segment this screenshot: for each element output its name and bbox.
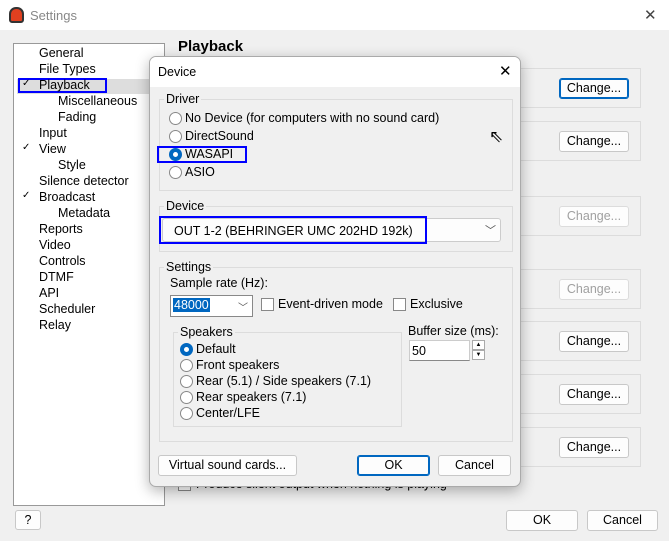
speakers-radio-2[interactable]: Rear (5.1) / Side speakers (7.1)	[180, 374, 371, 388]
speakers-radio-4[interactable]: Center/LFE	[180, 406, 260, 420]
tree-item-scheduler[interactable]: Scheduler	[39, 302, 95, 316]
change-button[interactable]: Change...	[559, 78, 629, 99]
dialog-title-bar: Device ✕	[150, 57, 520, 87]
page-title: Playback	[178, 38, 244, 55]
dialog-close-icon[interactable]: ✕	[499, 62, 512, 80]
chevron-down-icon: ﹀	[238, 303, 248, 314]
tree-item-metadata[interactable]: Metadata	[58, 206, 110, 220]
expand-chevron-icon[interactable]: ✓	[22, 78, 30, 89]
radio-label: Center/LFE	[196, 406, 260, 420]
tree-item-broadcast[interactable]: Broadcast	[39, 190, 95, 204]
virtual-sound-cards-button[interactable]: Virtual sound cards...	[158, 455, 297, 476]
expand-chevron-icon[interactable]: ✓	[22, 190, 30, 201]
driver-radio-3[interactable]: ASIO	[169, 165, 215, 179]
tree-item-video[interactable]: Video	[39, 238, 71, 252]
change-button[interactable]: Change...	[559, 331, 629, 352]
radio-icon	[169, 129, 182, 143]
settings-tree[interactable]: General File Types ✓ Playback Miscellaneous F…	[13, 43, 165, 506]
tree-item-playback[interactable]: Playback	[39, 78, 90, 92]
expand-chevron-icon[interactable]: ✓	[22, 142, 30, 153]
tree-item-api[interactable]: API	[39, 286, 59, 300]
radio-label: Rear speakers (7.1)	[196, 390, 307, 404]
radio-icon	[180, 390, 193, 404]
change-button[interactable]: Change...	[559, 279, 629, 300]
radio-label: Default	[196, 342, 236, 356]
exclusive-label: Exclusive	[410, 297, 463, 311]
radio-icon	[180, 374, 193, 388]
speakers-radio-1[interactable]: Front speakers	[180, 358, 279, 372]
driver-group-label: Driver	[164, 92, 202, 106]
radio-icon	[180, 358, 193, 372]
settings-group-label: Settings	[164, 260, 214, 274]
speakers-group-label: Speakers	[178, 325, 235, 339]
tree-item-file-types[interactable]: File Types	[39, 62, 96, 76]
driver-radio-0[interactable]: No Device (for computers with no sound c…	[169, 111, 439, 125]
buffer-size-value: 50	[412, 344, 426, 358]
tree-item-view[interactable]: View	[39, 142, 66, 156]
radio-icon	[169, 111, 182, 125]
tree-item-general[interactable]: General	[39, 46, 83, 60]
buffer-size-label: Buffer size (ms):	[408, 324, 499, 338]
tree-item-style[interactable]: Style	[58, 158, 86, 172]
close-icon[interactable]: ✕	[644, 6, 657, 24]
wasapi-highlight-box	[157, 146, 247, 163]
radio-label: Front speakers	[196, 358, 280, 372]
tree-item-miscellaneous[interactable]: Miscellaneous	[58, 94, 137, 108]
exclusive-checkbox[interactable]: Exclusive	[393, 297, 463, 311]
event-driven-label: Event-driven mode	[278, 297, 383, 311]
cancel-button[interactable]: Cancel	[587, 510, 658, 531]
driver-radio-1[interactable]: DirectSound	[169, 129, 254, 143]
change-button[interactable]: Change...	[559, 131, 629, 152]
app-logo-icon	[9, 7, 24, 23]
radio-icon	[180, 342, 193, 356]
help-button[interactable]: ?	[15, 510, 41, 530]
tree-item-relay[interactable]: Relay	[39, 318, 71, 332]
dialog-title: Device	[158, 65, 197, 79]
radio-label: No Device (for computers with no sound c…	[185, 111, 440, 125]
ok-button[interactable]: OK	[506, 510, 578, 531]
chevron-down-icon: ﹀	[485, 225, 496, 237]
radio-label: ASIO	[185, 165, 215, 179]
tree-item-dtmf[interactable]: DTMF	[39, 270, 74, 284]
change-button[interactable]: Change...	[559, 206, 629, 227]
tree-item-silence-detector[interactable]: Silence detector	[39, 174, 129, 188]
speakers-radio-0[interactable]: Default	[180, 342, 236, 356]
tree-item-input[interactable]: Input	[39, 126, 67, 140]
radio-label: DirectSound	[185, 129, 254, 143]
sample-rate-label: Sample rate (Hz):	[170, 276, 268, 290]
device-group-label: Device	[164, 199, 207, 213]
device-dialog: Device ✕ Driver No Device (for computers…	[149, 56, 521, 487]
dialog-cancel-button[interactable]: Cancel	[438, 455, 511, 476]
tree-item-reports[interactable]: Reports	[39, 222, 83, 236]
dialog-ok-button[interactable]: OK	[357, 455, 430, 476]
radio-label: Rear (5.1) / Side speakers (7.1)	[196, 374, 372, 388]
sample-rate-value: 48000	[173, 298, 210, 312]
speakers-radio-3[interactable]: Rear speakers (7.1)	[180, 390, 306, 404]
device-highlight-box	[159, 216, 427, 244]
change-button[interactable]: Change...	[559, 384, 629, 405]
tree-item-fading[interactable]: Fading	[58, 110, 96, 124]
title-bar: Settings ✕	[0, 0, 669, 30]
mouse-cursor-icon: ⇖	[489, 127, 504, 146]
radio-icon	[169, 165, 182, 179]
buffer-size-input[interactable]: 50	[409, 340, 470, 361]
tree-item-controls[interactable]: Controls	[39, 254, 86, 268]
window-title: Settings	[30, 8, 77, 23]
buffer-spinner-up[interactable]: ▲	[472, 340, 485, 350]
change-button[interactable]: Change...	[559, 437, 629, 458]
buffer-spinner-down[interactable]: ▼	[472, 350, 485, 360]
event-driven-checkbox[interactable]: Event-driven mode	[261, 297, 383, 311]
radio-icon	[180, 406, 193, 420]
sample-rate-select[interactable]: 48000 ﹀	[170, 295, 253, 317]
